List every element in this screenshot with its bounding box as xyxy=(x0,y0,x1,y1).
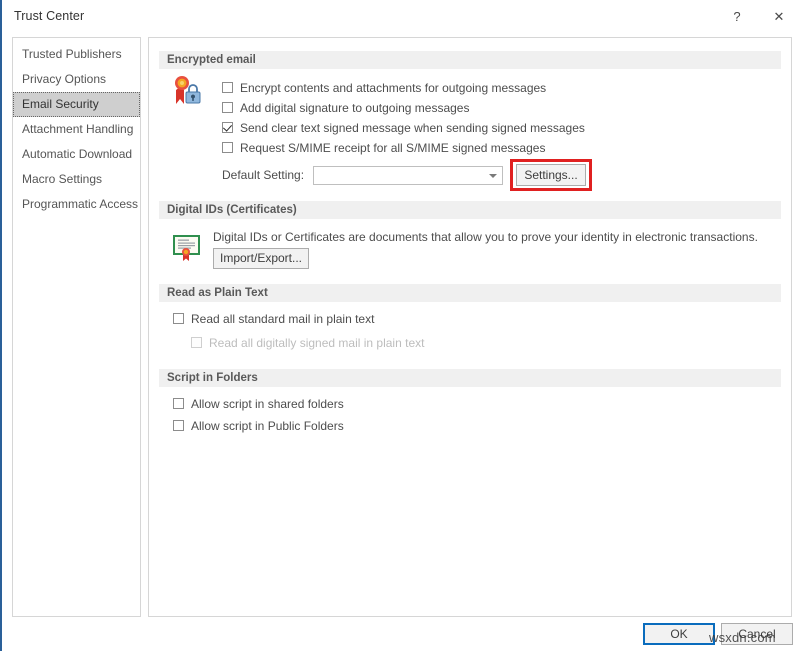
section-header-read-as-plain-text: Read as Plain Text xyxy=(159,284,781,302)
checkbox-label-read-standard-plain-text: Read all standard mail in plain text xyxy=(191,312,375,326)
sidebar-item-automatic-download[interactable]: Automatic Download xyxy=(13,142,140,167)
ok-button[interactable]: OK xyxy=(643,623,715,645)
checkbox-encrypt-contents[interactable] xyxy=(222,82,233,93)
checkbox-read-standard-plain-text[interactable] xyxy=(173,313,184,324)
checkbox-read-signed-plain-text xyxy=(191,337,202,348)
sidebar-item-email-security[interactable]: Email Security xyxy=(13,92,140,117)
settings-button[interactable]: Settings... xyxy=(516,164,586,186)
sidebar-item-programmatic-access[interactable]: Programmatic Access xyxy=(13,192,140,217)
checkbox-label-encrypt-contents: Encrypt contents and attachments for out… xyxy=(240,81,547,95)
checkbox-send-clear-text[interactable] xyxy=(222,122,233,133)
close-icon[interactable]: ✕ xyxy=(764,4,794,30)
digital-ids-description: Digital IDs or Certificates are document… xyxy=(213,230,758,244)
section-header-digital-ids: Digital IDs (Certificates) xyxy=(159,201,781,219)
title-bar: Trust Center ? ✕ xyxy=(2,0,800,35)
section-header-encrypted-email: Encrypted email xyxy=(159,51,781,69)
category-sidebar: Trusted Publishers Privacy Options Email… xyxy=(12,37,141,617)
sidebar-item-trusted-publishers[interactable]: Trusted Publishers xyxy=(13,42,140,67)
sidebar-item-macro-settings[interactable]: Macro Settings xyxy=(13,167,140,192)
checkbox-allow-script-public-folders[interactable] xyxy=(173,420,184,431)
cancel-button[interactable]: Cancel xyxy=(721,623,793,645)
checkbox-add-digital-signature[interactable] xyxy=(222,102,233,113)
settings-content-panel: Encrypted email Encrypt contents and att… xyxy=(148,37,792,617)
checkbox-request-smime-receipt[interactable] xyxy=(222,142,233,153)
default-setting-dropdown[interactable] xyxy=(313,166,503,185)
chevron-down-icon xyxy=(489,174,497,178)
checkbox-allow-script-shared-folders[interactable] xyxy=(173,398,184,409)
checkbox-label-add-digital-signature: Add digital signature to outgoing messag… xyxy=(240,101,470,115)
sidebar-item-attachment-handling[interactable]: Attachment Handling xyxy=(13,117,140,142)
certificate-document-icon xyxy=(172,232,202,262)
help-icon[interactable]: ? xyxy=(722,4,752,30)
section-header-script-in-folders: Script in Folders xyxy=(159,369,781,387)
default-setting-label: Default Setting: xyxy=(222,168,305,182)
window-title: Trust Center xyxy=(14,9,85,23)
checkbox-label-send-clear-text: Send clear text signed message when send… xyxy=(240,121,585,135)
checkbox-label-allow-script-shared-folders: Allow script in shared folders xyxy=(191,397,344,411)
checkbox-label-allow-script-public-folders: Allow script in Public Folders xyxy=(191,419,344,433)
trust-center-dialog: Trust Center ? ✕ Trusted Publishers Priv… xyxy=(0,0,800,651)
sidebar-item-privacy-options[interactable]: Privacy Options xyxy=(13,67,140,92)
certificate-lock-icon xyxy=(170,74,204,108)
checkbox-label-read-signed-plain-text: Read all digitally signed mail in plain … xyxy=(209,336,425,350)
checkbox-label-request-smime-receipt: Request S/MIME receipt for all S/MIME si… xyxy=(240,141,546,155)
import-export-button[interactable]: Import/Export... xyxy=(213,248,309,269)
